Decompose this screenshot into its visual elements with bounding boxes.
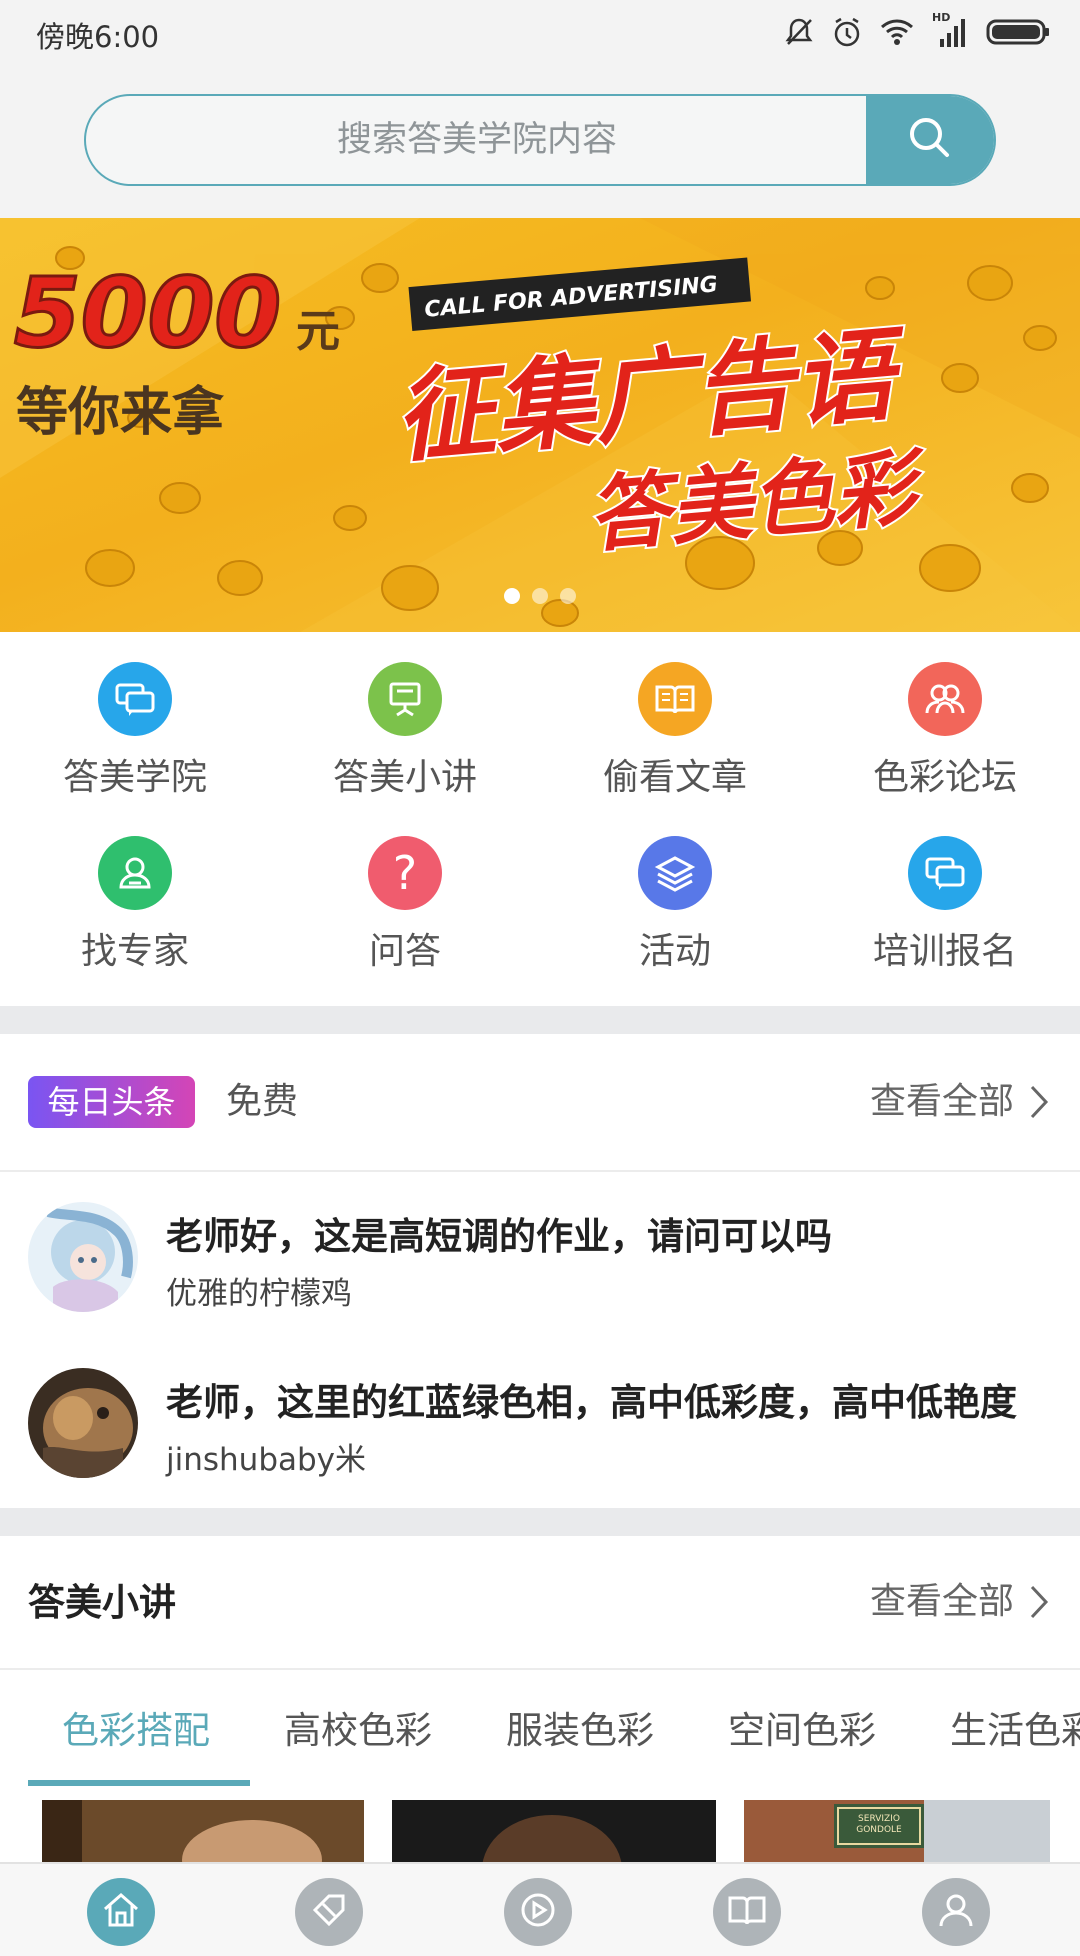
grid-label: 答美小讲: [332, 757, 477, 798]
bottom-navigation: [0, 1862, 1080, 1956]
mini-lecture-section: 答美小讲 查看全部 色彩搭配 高校色彩 服装色彩 空间色彩 生活色彩 SERVI…: [0, 1536, 1080, 1866]
chat-icon: [98, 662, 172, 736]
tab-college-color[interactable]: 高校色彩: [284, 1700, 432, 1754]
carousel-dot[interactable]: [504, 588, 520, 604]
grid-item-qa[interactable]: ? 问答: [270, 836, 540, 974]
carousel-dot[interactable]: [560, 588, 576, 604]
nav-video[interactable]: [504, 1878, 572, 1946]
section-header: 答美小讲 查看全部: [0, 1536, 1080, 1670]
status-time: 傍晚6:00: [36, 20, 160, 54]
tab-space-color[interactable]: 空间色彩: [728, 1700, 876, 1754]
tag-icon: [309, 1890, 349, 1934]
post-title: 老师，这里的红蓝绿色相，高中低彩度，高中低艳度: [166, 1381, 1017, 1424]
grid-item-academy[interactable]: 答美学院: [0, 662, 270, 800]
home-icon: [101, 1891, 141, 1933]
thumb-sign-text: SERVIZIO GONDOLE: [856, 1814, 902, 1835]
signal-icon: HD: [932, 11, 968, 49]
search-icon: [905, 113, 955, 167]
tab-color-matching[interactable]: 色彩搭配: [62, 1700, 210, 1754]
grid-label: 找专家: [80, 931, 189, 972]
daily-headlines-section: 每日头条 免费 查看全部 老师好，这是高短调的作业，请问可以吗 优雅的柠檬鸡 老…: [0, 1034, 1080, 1508]
feature-grid: 答美学院 答美小讲 偷看文章 色彩论坛 找专家 ? 问答 活动 培训报名: [0, 632, 1080, 1006]
alarm-icon: [832, 16, 862, 48]
grid-label: 色彩论坛: [872, 757, 1017, 798]
post-title: 老师好，这是高短调的作业，请问可以吗: [166, 1215, 832, 1258]
search-input[interactable]: 搜索答美学院内容: [84, 94, 996, 186]
post-author: 优雅的柠檬鸡: [166, 1276, 352, 1312]
layers-icon: [638, 836, 712, 910]
active-tab-indicator: [28, 1780, 250, 1786]
avatar: [28, 1368, 138, 1478]
tab-fashion-color[interactable]: 服装色彩: [506, 1700, 654, 1754]
daily-badge: 每日头条: [28, 1076, 195, 1128]
question-icon: ?: [368, 836, 442, 910]
grid-label: 问答: [368, 931, 441, 972]
post-author: jinshubaby米: [166, 1442, 367, 1478]
grid-item-find-expert[interactable]: 找专家: [0, 836, 270, 974]
grid-item-mini-lecture[interactable]: 答美小讲: [270, 662, 540, 800]
chevron-right-icon[interactable]: [1028, 1084, 1050, 1124]
section-header: 每日头条 免费 查看全部: [0, 1034, 1080, 1172]
users-icon: [908, 662, 982, 736]
wifi-icon: [880, 18, 914, 46]
list-item[interactable]: 老师好，这是高短调的作业，请问可以吗 优雅的柠檬鸡: [0, 1184, 1080, 1350]
chevron-right-icon[interactable]: [1028, 1584, 1050, 1624]
list-item[interactable]: 老师，这里的红蓝绿色相，高中低彩度，高中低艳度 jinshubaby米: [0, 1350, 1080, 1516]
category-tabs: 色彩搭配 高校色彩 服装色彩 空间色彩 生活色彩: [0, 1670, 1080, 1786]
person-icon: [98, 836, 172, 910]
presentation-icon: [368, 662, 442, 736]
profile-icon: [936, 1890, 976, 1934]
book-icon: [638, 662, 712, 736]
search-placeholder: 搜索答美学院内容: [336, 120, 617, 160]
mute-icon: [784, 16, 814, 48]
carousel-dot[interactable]: [532, 588, 548, 604]
section-title: 答美小讲: [28, 1581, 176, 1624]
search-button[interactable]: [866, 96, 994, 184]
view-all-link[interactable]: 查看全部: [870, 1076, 1014, 1128]
grid-label: 培训报名: [872, 931, 1017, 972]
grid-item-articles[interactable]: 偷看文章: [540, 662, 810, 800]
free-tag: 免费: [226, 1081, 299, 1122]
lecture-thumbnail[interactable]: SERVIZIO GONDOLE: [744, 1800, 1050, 1866]
battery-icon: [986, 17, 1050, 47]
lecture-thumbnail[interactable]: [42, 1800, 364, 1866]
nav-profile[interactable]: [922, 1878, 990, 1946]
chat-icon: [908, 836, 982, 910]
grid-item-activity[interactable]: 活动: [540, 836, 810, 974]
search-bar-area: 搜索答美学院内容: [0, 66, 1080, 218]
play-icon: [518, 1890, 558, 1934]
lecture-thumbnail[interactable]: [392, 1800, 716, 1866]
tab-life-color[interactable]: 生活色彩: [950, 1700, 1080, 1754]
grid-item-forum[interactable]: 色彩论坛: [810, 662, 1080, 800]
grid-label: 答美学院: [62, 757, 207, 798]
grid-label: 偷看文章: [602, 757, 747, 798]
promo-banner[interactable]: 5000 元 等你来拿 CALL FOR ADVERTISING 征集广告语 答…: [0, 218, 1080, 632]
grid-label: 活动: [638, 931, 711, 972]
banner-amount: 5000: [14, 257, 281, 369]
view-all-link[interactable]: 查看全部: [870, 1576, 1014, 1628]
grid-item-training[interactable]: 培训报名: [810, 836, 1080, 974]
avatar: [28, 1202, 138, 1312]
banner-currency: 元: [296, 306, 340, 357]
nav-tag[interactable]: [295, 1878, 363, 1946]
carousel-indicator[interactable]: [0, 588, 1080, 604]
banner-subtitle: 等你来拿: [16, 383, 225, 443]
book-icon: [726, 1892, 768, 1932]
nav-books[interactable]: [713, 1878, 781, 1946]
status-bar: 傍晚6:00 HD: [0, 0, 1080, 66]
nav-home[interactable]: [87, 1878, 155, 1946]
